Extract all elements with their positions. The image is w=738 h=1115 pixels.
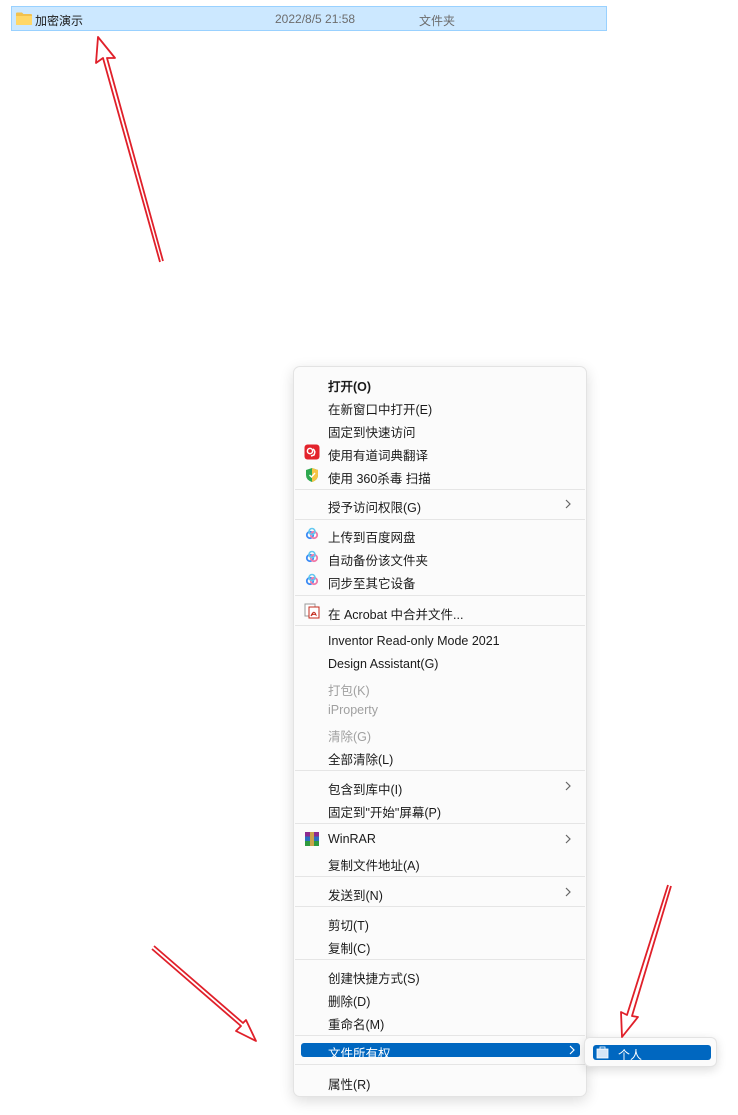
submenu-item-personal[interactable]: 个人 [593,1045,711,1062]
menu-item-scan-360[interactable]: 使用 360杀毒 扫描 [298,464,582,486]
menu-item-design-assistant[interactable]: Design Assistant(G) [298,653,582,675]
menu-item-send-to[interactable]: 发送到(N) [298,881,582,903]
menu-item-delete[interactable]: 删除(D) [298,987,582,1009]
folder-icon [16,12,32,25]
menu-item-open-new-window[interactable]: 在新窗口中打开(E) [298,395,582,417]
menu-separator [295,770,585,771]
file-ownership-submenu: 个人 [584,1037,717,1067]
youdao-icon [304,444,320,460]
menu-separator [295,595,585,596]
menu-item-open[interactable]: 打开(O) [298,372,582,394]
menu-separator [295,489,585,490]
menu-item-pin-start[interactable]: 固定到"开始"屏幕(P) [298,798,582,820]
menu-item-pin-quick-access[interactable]: 固定到快速访问 [298,418,582,440]
menu-item-inventor-readonly[interactable]: Inventor Read-only Mode 2021 [298,630,582,652]
menu-item-acrobat-combine[interactable]: 在 Acrobat 中合并文件... [298,600,582,622]
chevron-right-icon [565,499,571,509]
menu-item-winrar[interactable]: WinRAR [298,828,582,850]
arrow-to-personal [620,884,672,1038]
menu-item-cut[interactable]: 剪切(T) [298,911,582,933]
menu-item-clear-all[interactable]: 全部清除(L) [298,745,582,767]
menu-separator [295,959,585,960]
menu-item-file-ownership[interactable]: 文件所有权 [301,1043,580,1061]
arrow-to-file-ownership [151,945,257,1042]
briefcase-icon [596,1046,609,1059]
chevron-right-icon [565,834,571,844]
file-date: 2022/8/5 21:58 [275,12,356,26]
menu-item-copy-path[interactable]: 复制文件地址(A) [298,851,582,873]
chevron-right-icon [565,781,571,791]
chevron-right-icon [569,1045,575,1055]
menu-item-copy[interactable]: 复制(C) [298,934,582,956]
menu-separator [295,906,585,907]
shield-icon [306,468,318,482]
menu-separator [295,625,585,626]
menu-item-rename[interactable]: 重命名(M) [298,1010,582,1032]
menu-item-include-library[interactable]: 包含到库中(I) [298,775,582,797]
menu-item-youdao-translate[interactable]: 使用有道词典翻译 [298,441,582,463]
menu-item-iproperty: iProperty [328,703,379,717]
menu-item-pack: 打包(K) [328,684,370,698]
file-row-selected[interactable]: 加密演示 2022/8/5 21:58 文件夹 [11,6,607,31]
menu-item-properties[interactable]: 属性(R) [298,1070,582,1092]
menu-item-grant-access[interactable]: 授予访问权限(G) [298,493,582,515]
menu-separator [295,1064,585,1065]
menu-item-create-shortcut[interactable]: 创建快捷方式(S) [298,964,582,986]
menu-item-baidu-backup[interactable]: 自动备份该文件夹 [298,546,582,568]
baidu-netdisk-icon [305,573,319,586]
context-menu: 打开(O) 在新窗口中打开(E) 固定到快速访问 使用有道词典翻译 使用 360… [293,366,587,1097]
menu-separator [295,876,585,877]
menu-item-clear: 清除(G) [328,730,372,744]
baidu-netdisk-icon [305,527,319,540]
file-name: 加密演示 [35,14,84,28]
file-type: 文件夹 [419,14,456,28]
arrow-to-folder [95,36,164,263]
menu-item-baidu-upload[interactable]: 上传到百度网盘 [298,523,582,545]
baidu-netdisk-icon [305,550,319,563]
menu-separator [295,519,585,520]
menu-separator [295,823,585,824]
acrobat-icon [304,603,320,619]
chevron-right-icon [565,887,571,897]
winrar-icon [305,832,319,846]
menu-separator [295,1035,585,1036]
menu-item-baidu-sync[interactable]: 同步至其它设备 [298,569,582,591]
